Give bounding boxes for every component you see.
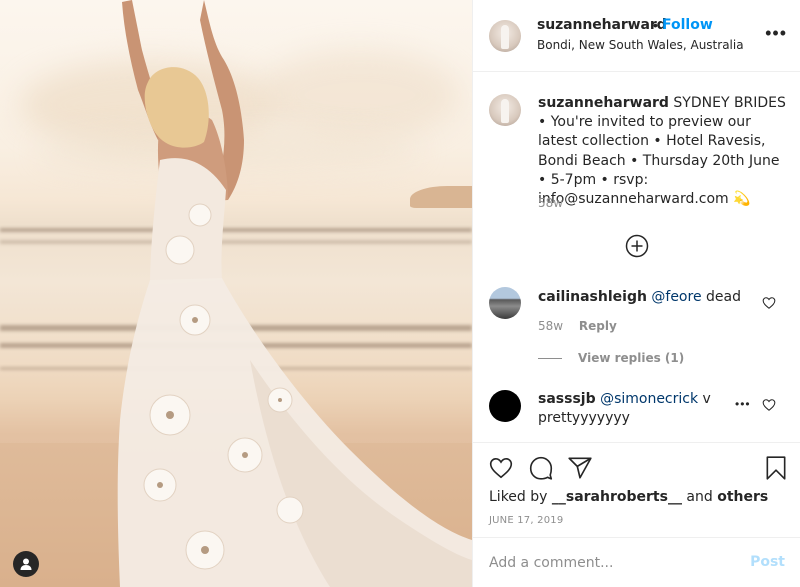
post-date[interactable]: JUNE 17, 2019 bbox=[489, 515, 563, 526]
caption-text: suzanneharward SYDNEY BRIDES • You're in… bbox=[538, 94, 788, 209]
post-photo[interactable] bbox=[0, 0, 472, 587]
caption-body: SYDNEY BRIDES • You're invited to previe… bbox=[538, 95, 786, 208]
author-avatar[interactable] bbox=[489, 20, 521, 52]
view-replies-label: View replies (1) bbox=[578, 351, 685, 365]
likes-prefix: Liked by bbox=[489, 489, 548, 505]
comment-mention[interactable]: @feore bbox=[651, 289, 701, 305]
author-username[interactable]: suzanneharward bbox=[537, 17, 667, 33]
user-tag-button[interactable] bbox=[13, 551, 39, 577]
add-comment-bar: Post bbox=[473, 537, 800, 587]
more-options-icon[interactable]: ••• bbox=[765, 24, 787, 42]
hair bbox=[144, 67, 209, 148]
comment-more-options-icon[interactable]: ••• bbox=[735, 397, 751, 411]
comment-text: cailinashleigh @feore dead bbox=[538, 288, 743, 307]
likes-others-link[interactable]: others bbox=[717, 489, 768, 505]
caption-timestamp[interactable]: 58w bbox=[538, 196, 563, 210]
comment-like-icon[interactable] bbox=[762, 398, 776, 412]
comment-body: dead bbox=[706, 289, 741, 305]
post-comment-button[interactable]: Post bbox=[750, 554, 785, 570]
post-header: suzanneharward • Follow Bondi, New South… bbox=[473, 0, 800, 72]
comment-input[interactable] bbox=[489, 552, 729, 574]
commenter-username[interactable]: sasssjb bbox=[538, 391, 596, 407]
comment-meta: 58w Reply bbox=[538, 319, 617, 333]
follow-button[interactable]: Follow bbox=[662, 17, 713, 33]
commenter-avatar[interactable] bbox=[489, 287, 521, 319]
caption-username[interactable]: suzanneharward bbox=[538, 95, 669, 111]
comment-text: sasssjb @simonecrick v prettyyyyyyy bbox=[538, 390, 743, 428]
bookmark-icon[interactable] bbox=[763, 455, 789, 481]
heart-icon[interactable] bbox=[488, 455, 514, 481]
caption-avatar[interactable] bbox=[489, 94, 521, 126]
comment-timestamp[interactable]: 58w bbox=[538, 319, 563, 333]
user-tag-icon bbox=[20, 558, 32, 570]
bride-figure bbox=[117, 0, 472, 587]
likes-conjunction: and bbox=[686, 489, 713, 505]
view-replies-button[interactable]: View replies (1) bbox=[538, 351, 684, 365]
reply-button[interactable]: Reply bbox=[579, 319, 617, 333]
liker-username[interactable]: __sarahroberts__ bbox=[552, 489, 682, 505]
post-actions: Liked by __sarahroberts__ and others JUN… bbox=[473, 442, 800, 537]
replies-divider-line bbox=[538, 357, 562, 359]
post-side-panel: suzanneharward • Follow Bondi, New South… bbox=[472, 0, 800, 587]
comment-mention[interactable]: @simonecrick bbox=[600, 391, 698, 407]
commenter-avatar[interactable] bbox=[489, 390, 521, 422]
likes-summary: Liked by __sarahroberts__ and others bbox=[489, 489, 768, 505]
location-link[interactable]: Bondi, New South Wales, Australia bbox=[537, 38, 744, 52]
comment-icon[interactable] bbox=[528, 455, 554, 481]
bodice bbox=[150, 158, 226, 285]
separator-dot: • bbox=[653, 17, 658, 33]
paper-plane-icon[interactable] bbox=[567, 455, 593, 481]
comment-like-icon[interactable] bbox=[762, 296, 776, 310]
commenter-username[interactable]: cailinashleigh bbox=[538, 289, 647, 305]
plus-circle-icon[interactable] bbox=[625, 234, 649, 258]
